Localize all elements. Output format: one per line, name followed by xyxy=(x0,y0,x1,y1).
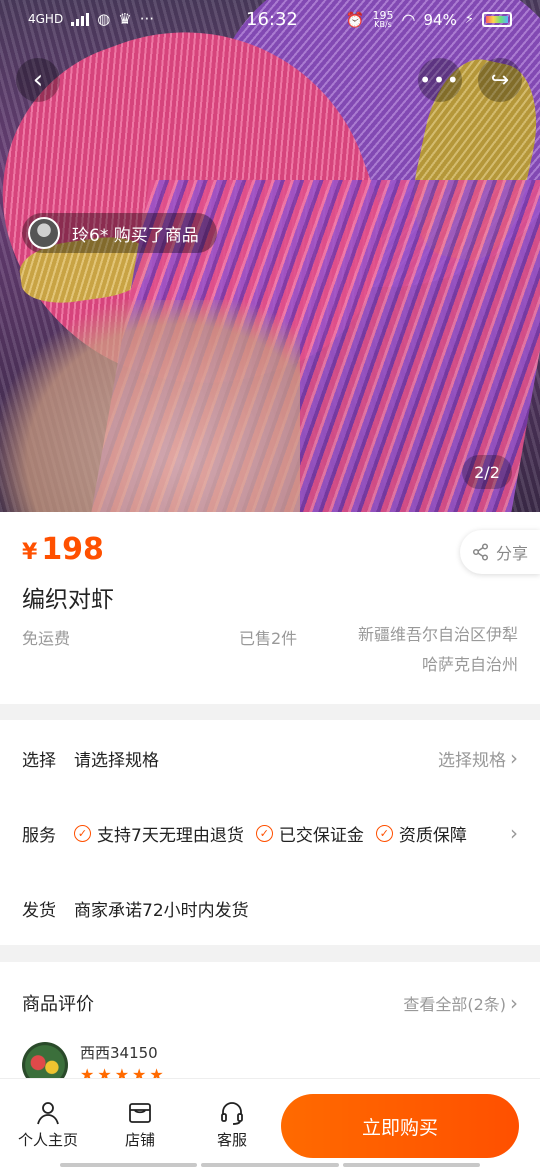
delivery-value: 商家承诺72小时内发货 xyxy=(74,900,249,921)
network-type: 4GHD xyxy=(28,12,64,26)
tab-shop-label: 店铺 xyxy=(124,1131,155,1149)
service-item: ✓ 资质保障 xyxy=(375,821,467,846)
chevron-left-icon: ‹ xyxy=(32,65,44,95)
alarm-icon: ⏰ xyxy=(345,10,365,29)
service-text: 支持7天无理由退货 xyxy=(97,825,244,846)
buy-now-button[interactable]: 立即购买 xyxy=(281,1094,519,1158)
check-circle-icon: ✓ xyxy=(255,824,273,842)
select-spec-link[interactable]: 选择规格 › xyxy=(438,746,518,771)
more-dots-icon: ••• xyxy=(419,68,461,92)
status-left: 4GHD ◍ ♛ ··· xyxy=(28,10,154,28)
wifi-icon: ◠ xyxy=(401,10,416,29)
image-counter: 2/2 xyxy=(462,455,512,489)
chevron-right-icon: › xyxy=(510,746,518,770)
service-label: 服务 xyxy=(22,825,56,846)
more-button[interactable]: ••• xyxy=(418,58,462,102)
clock: 16:32 xyxy=(246,9,298,30)
reviews-card: 商品评价 查看全部(2条) › 西西34150 ★★★★★ xyxy=(0,962,540,1092)
spec-select-row[interactable]: 选择 请选择规格 选择规格 › xyxy=(22,740,518,776)
battery-percent: 94% xyxy=(423,10,457,29)
wechat-icon: ◍ xyxy=(97,10,111,28)
crown-icon: ♛ xyxy=(118,10,132,28)
view-all-reviews-link[interactable]: 查看全部(2条) › xyxy=(403,991,518,1015)
share-icon xyxy=(472,543,489,561)
currency-symbol: ¥ xyxy=(22,540,38,565)
product-title: 编织对虾 xyxy=(22,587,114,613)
net-speed-unit: KB/s xyxy=(374,19,392,29)
shipping-info: 免运费 xyxy=(22,629,71,648)
chevron-right-icon: › xyxy=(510,821,518,845)
tab-customer-service[interactable]: 客服 xyxy=(197,1097,267,1150)
product-photo-hand xyxy=(0,300,300,512)
net-speed-value: 195 xyxy=(372,8,394,22)
tab-profile-label: 个人主页 xyxy=(17,1131,78,1149)
bottom-action-bar: 个人主页 店铺 客服 立即购买 xyxy=(0,1078,540,1170)
sold-count: 已售2件 xyxy=(239,629,298,648)
status-bar: 4GHD ◍ ♛ ··· 16:32 ⏰ 195 KB/s ◠ 94% ⚡ xyxy=(0,0,540,42)
reviews-title: 商品评价 xyxy=(22,994,94,1015)
product-info-card: ¥ 198 分享 编织对虾 免运费 已售2件 新疆维吾尔自治区伊犁哈萨克自治州 xyxy=(0,512,540,704)
signal-icon xyxy=(71,12,90,26)
select-label: 选择 xyxy=(22,750,56,771)
seller-location: 新疆维吾尔自治区伊犁哈萨克自治州 xyxy=(358,625,519,674)
person-icon xyxy=(13,1097,83,1129)
share-button[interactable]: 分享 xyxy=(460,530,540,574)
select-value: 请选择规格 xyxy=(74,750,159,771)
check-circle-icon: ✓ xyxy=(375,824,393,842)
recent-buyer-notice: 玲6* 购买了商品 xyxy=(22,213,217,253)
shop-icon xyxy=(105,1097,175,1129)
service-more[interactable]: › xyxy=(510,821,518,845)
price: ¥ 198 xyxy=(22,532,104,567)
select-spec-text: 选择规格 xyxy=(438,750,506,771)
delivery-row: 发货 商家承诺72小时内发货 xyxy=(22,890,518,926)
more-notifications-icon: ··· xyxy=(139,10,155,28)
service-item: ✓ 支持7天无理由退货 xyxy=(74,821,244,846)
reviewer-name: 西西34150 xyxy=(80,1044,158,1062)
service-text: 已交保证金 xyxy=(278,825,364,846)
charging-icon: ⚡ xyxy=(464,12,474,27)
buyer-avatar xyxy=(28,217,60,249)
price-value: 198 xyxy=(41,532,104,567)
product-image-gallery[interactable]: 4GHD ◍ ♛ ··· 16:32 ⏰ 195 KB/s ◠ 94% ⚡ ‹ xyxy=(0,0,540,512)
check-circle-icon: ✓ xyxy=(74,824,91,842)
forward-share-button[interactable]: ↪ xyxy=(478,58,522,102)
buyer-notice-text: 玲6* 购买了商品 xyxy=(72,225,199,246)
net-speed: 195 KB/s xyxy=(372,8,394,29)
service-text: 资质保障 xyxy=(398,825,467,846)
tab-customer-service-label: 客服 xyxy=(216,1131,247,1149)
service-item: ✓ 已交保证金 xyxy=(255,821,364,846)
reviews-header: 商品评价 查看全部(2条) › xyxy=(22,990,518,1016)
system-gesture-bar xyxy=(60,1163,480,1167)
share-label: 分享 xyxy=(495,544,528,563)
headset-icon xyxy=(197,1097,267,1129)
product-detail-page: 4GHD ◍ ♛ ··· 16:32 ⏰ 195 KB/s ◠ 94% ⚡ ‹ xyxy=(0,0,540,1170)
view-all-text: 查看全部(2条) xyxy=(403,995,506,1014)
battery-icon xyxy=(482,12,512,27)
tab-profile[interactable]: 个人主页 xyxy=(13,1097,83,1150)
tab-shop[interactable]: 店铺 xyxy=(105,1097,175,1150)
back-button[interactable]: ‹ xyxy=(16,58,60,102)
service-row[interactable]: 服务 ✓ 支持7天无理由退货 ✓ 已交保证金 ✓ 资质保障 › xyxy=(22,815,518,851)
share-arrow-icon: ↪ xyxy=(490,67,510,93)
delivery-label: 发货 xyxy=(22,900,56,921)
status-right: ⏰ 195 KB/s ◠ 94% ⚡ xyxy=(346,10,512,29)
spec-card: 选择 请选择规格 选择规格 › 服务 ✓ 支持7天无理由退货 ✓ 已交保证金 ✓… xyxy=(0,720,540,945)
chevron-right-icon: › xyxy=(510,991,518,1015)
